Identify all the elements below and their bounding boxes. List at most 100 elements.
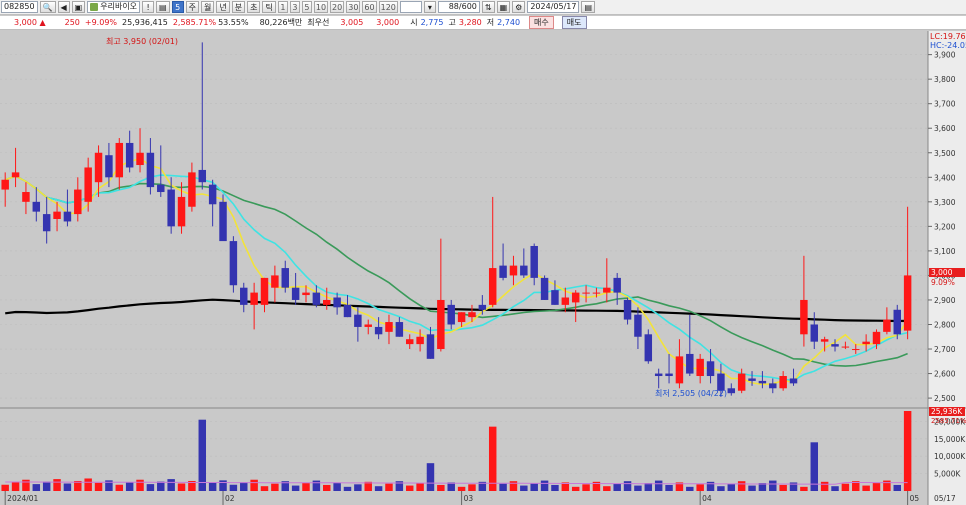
tab-month[interactable]: 월 (200, 1, 215, 13)
speaker-icon[interactable]: ◀ (57, 1, 70, 13)
minute-option-label: 1 (280, 2, 286, 12)
search-icon[interactable]: 🔍 (39, 1, 56, 13)
price-tick-label: 3,200 (934, 222, 956, 231)
gear-icon[interactable]: ⚙ (512, 1, 526, 13)
tab-week[interactable]: 주 (185, 1, 199, 13)
chart-type-icon[interactable]: ▤ (156, 1, 170, 13)
volume-bar (686, 486, 694, 491)
tab-year[interactable]: 년 (216, 1, 230, 13)
volume-bar (571, 486, 580, 491)
date-label: 02 (225, 494, 235, 503)
tab-week-label: 주 (188, 2, 196, 12)
candle-body (208, 184, 217, 205)
candle-body (852, 349, 860, 351)
volume-ratio: 2,585.71% (172, 18, 217, 27)
candle-body (634, 314, 642, 337)
candle-body (136, 152, 144, 166)
turnover-rate: 53.55% (218, 18, 249, 27)
candle-body (125, 142, 134, 168)
volume-bar (1, 484, 9, 491)
minute-option-60[interactable]: 60 (362, 1, 377, 13)
candle-body (520, 265, 528, 276)
alert-button[interactable]: ! (142, 1, 155, 13)
tab-second[interactable]: 초 (247, 1, 261, 13)
tab-minute[interactable]: 분 (231, 1, 246, 13)
price-change: 250 (64, 18, 80, 27)
price-chart[interactable]: 3,900 3,800 3,700 3,600 3,500 3,400 3,300 3,200… (0, 31, 966, 505)
lock-icon[interactable]: ▣ (71, 1, 86, 13)
minute-option-30[interactable]: 30 (346, 1, 361, 13)
minute-option-120[interactable]: 120 (378, 1, 398, 13)
volume-pct-tag: 2585.71% (931, 417, 966, 425)
volume-bar (748, 485, 756, 491)
volume-bar (634, 485, 642, 491)
volume-bar (291, 485, 300, 491)
candle-body (333, 297, 341, 308)
best-bid-price: 3,000 (376, 18, 400, 27)
candle-body (385, 322, 393, 332)
sell-button[interactable]: 매도 (561, 16, 587, 29)
volume-bar (240, 482, 248, 491)
volume-bar (167, 479, 175, 491)
bar-count-input[interactable]: 88/600 (437, 1, 480, 13)
candle-body (94, 152, 103, 183)
volume-bar (416, 483, 424, 491)
candle-body (831, 344, 839, 347)
open-label: 시 (410, 18, 418, 27)
minute-option-3[interactable]: 3 (289, 1, 300, 13)
minute-option-5[interactable]: 5 (301, 1, 312, 13)
stock-name-field[interactable]: 우리바이오 (87, 1, 141, 13)
favorite-label: 5 (175, 2, 181, 12)
minute-option-label: 3 (292, 2, 298, 12)
favorite-button[interactable]: 5 (171, 1, 184, 13)
candle-body (499, 265, 507, 278)
date-input[interactable]: 2024/05/17 (527, 1, 580, 13)
volume-bar (872, 483, 881, 491)
volume-bar (343, 486, 352, 491)
candle-body (603, 287, 611, 293)
volume-bar (582, 484, 590, 491)
date-label: 03 (464, 494, 474, 503)
calendar-icon[interactable]: ▤ (581, 1, 595, 13)
price-tick-label: 3,800 (934, 75, 956, 84)
high-price: 3,280 (458, 18, 482, 27)
candle-body (105, 155, 113, 178)
volume-bar (157, 481, 165, 491)
volume-bar (312, 480, 321, 491)
minute-option-20[interactable]: 20 (330, 1, 345, 13)
candle-body (540, 277, 549, 300)
minute-option-label: 10 (315, 2, 327, 12)
volume-bar (841, 483, 850, 491)
buy-button[interactable]: 매수 (529, 16, 554, 29)
candle-body (862, 341, 870, 345)
plot-background (0, 31, 928, 505)
candle-body (675, 356, 684, 384)
volume-bar (800, 486, 808, 491)
minute-option-10[interactable]: 10 (313, 1, 329, 13)
zoom-icon[interactable]: ⇅ (481, 1, 495, 13)
volume-bar (820, 481, 829, 491)
candle-body (177, 196, 186, 227)
stock-code-input[interactable]: 082850 (1, 1, 38, 13)
top-toolbar: 082850 🔍 ◀ ▣ 우리바이오 ! ▤ 5 주 월 년 분 초 틱 1 3… (0, 0, 966, 15)
minute-option-1[interactable]: 1 (277, 1, 288, 13)
tab-tick[interactable]: 틱 (262, 1, 276, 13)
stock-code-value: 082850 (4, 2, 35, 11)
candle-body (841, 346, 850, 348)
minute-option-label: 5 (304, 2, 310, 12)
candle-body (11, 172, 20, 178)
layout-icon[interactable]: ▦ (496, 1, 511, 13)
chevron-down-icon[interactable]: ▾ (423, 1, 436, 13)
volume-bar (405, 485, 414, 491)
volume-bar (706, 481, 715, 491)
price-tick-label: 3,700 (934, 100, 956, 109)
period-input[interactable] (399, 1, 422, 13)
bar-count-value: 88 (448, 2, 459, 11)
volume-bar (457, 486, 466, 491)
candle-body (1, 179, 9, 190)
open-price: 2,775 (420, 18, 444, 27)
volume-bar (499, 483, 507, 491)
volume-bar (509, 481, 518, 491)
price-tick-label: 2,500 (934, 394, 956, 403)
volume-bar (426, 463, 435, 491)
